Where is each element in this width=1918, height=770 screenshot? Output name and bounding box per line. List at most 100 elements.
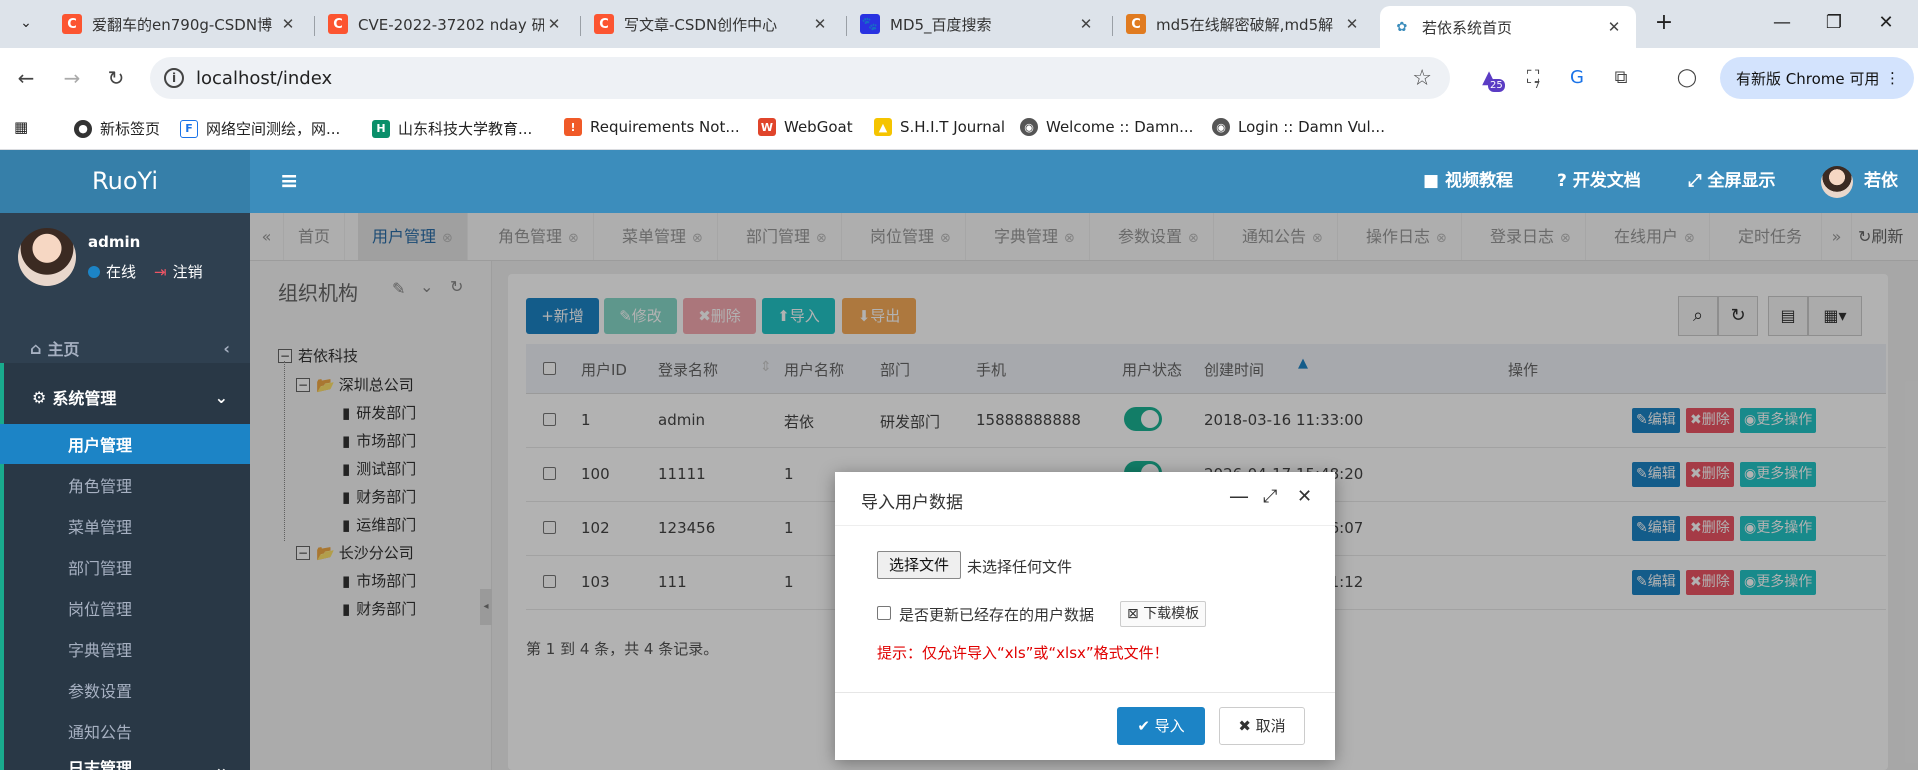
- chrome-update-button[interactable]: 有新版 Chrome 可用 ⋮: [1720, 57, 1914, 99]
- sidebar-item-dict[interactable]: 字典管理: [0, 628, 250, 669]
- gear-icon: ⚙: [32, 387, 47, 407]
- globe-icon: ●: [74, 119, 92, 138]
- extension-icon[interactable]: ▲ 25: [1474, 63, 1505, 93]
- file-name-text: 未选择任何文件: [967, 558, 1073, 576]
- user-panel: admin 在线 ⇥ 注销: [0, 213, 250, 328]
- close-tab-icon[interactable]: ✕: [1604, 18, 1624, 36]
- sidebar-item-dept[interactable]: 部门管理: [0, 546, 250, 587]
- sidebar-item-menu[interactable]: 菜单管理: [0, 505, 250, 546]
- back-arrow-icon[interactable]: ←: [10, 62, 42, 94]
- minimize-icon[interactable]: —: [1229, 484, 1249, 508]
- profile-icon[interactable]: ◯: [1672, 63, 1702, 93]
- check-icon: ✔: [1137, 717, 1150, 735]
- address-bar[interactable]: i localhost/index ☆: [150, 57, 1450, 99]
- bookmark-item[interactable]: ▲ S.H.I.T Journal: [874, 118, 1005, 136]
- bookmark-item[interactable]: H 山东科技大学教育...: [372, 118, 532, 139]
- browser-tab-active[interactable]: ✿ 若依系统首页 ✕: [1380, 6, 1636, 48]
- browser-tab-title: MD5_百度搜索: [890, 15, 992, 34]
- close-icon: ✖: [1238, 717, 1251, 735]
- extension-badge: 25: [1488, 79, 1505, 92]
- browser-tab-title: 若依系统首页: [1422, 18, 1513, 37]
- md5-site-favicon-icon: C: [1126, 14, 1146, 34]
- sidebar-item-notice[interactable]: 通知公告: [0, 710, 250, 751]
- confirm-import-button[interactable]: ✔ 导入: [1117, 707, 1205, 745]
- sidebar-item-post[interactable]: 岗位管理: [0, 587, 250, 628]
- choose-file-button[interactable]: 选择文件: [877, 551, 961, 579]
- hamburger-menu-icon[interactable]: ≡: [280, 150, 298, 213]
- translate-icon[interactable]: G: [1562, 63, 1592, 93]
- restore-icon[interactable]: ❐: [1814, 8, 1854, 38]
- bookmark-star-icon[interactable]: ☆: [1412, 66, 1432, 91]
- sidebar-item-config[interactable]: 参数设置: [0, 669, 250, 710]
- minimize-icon[interactable]: —: [1762, 8, 1802, 38]
- video-tutorial-link[interactable]: ■ 视频教程: [1423, 150, 1513, 213]
- close-tab-icon[interactable]: ✕: [544, 15, 564, 33]
- bookmark-label: Login :: Damn Vul...: [1238, 118, 1385, 136]
- browser-tab[interactable]: C CVE-2022-37202 nday 研 ✕: [316, 6, 576, 42]
- close-tab-icon[interactable]: ✕: [810, 15, 830, 33]
- cancel-button[interactable]: ✖ 取消: [1219, 707, 1305, 745]
- update-existing-label[interactable]: 是否更新已经存在的用户数据: [899, 604, 1094, 625]
- bookmark-label: WebGoat: [784, 118, 853, 136]
- header-label: 全屏显示: [1707, 171, 1776, 191]
- browser-tab[interactable]: C md5在线解密破解,md5解 ✕: [1114, 6, 1374, 42]
- browser-tab[interactable]: C 爱翻车的en790g-CSDN博 ✕: [50, 6, 310, 42]
- csdn-favicon-icon: C: [62, 14, 82, 34]
- more-menu-icon[interactable]: ⋮: [1885, 69, 1900, 87]
- sidebar-item-log[interactable]: 日志管理 ⌄: [0, 752, 250, 770]
- menu-label: 参数设置: [68, 681, 133, 701]
- tab-search-chevron-icon[interactable]: ⌄: [6, 8, 46, 38]
- reload-icon[interactable]: ↻: [100, 62, 132, 94]
- menu-label: 主页: [47, 340, 80, 359]
- close-tab-icon[interactable]: ✕: [1076, 15, 1096, 33]
- close-tab-icon[interactable]: ✕: [1342, 15, 1362, 33]
- bookmark-item[interactable]: ◉ Welcome :: Damn...: [1020, 118, 1193, 136]
- avatar[interactable]: [18, 228, 76, 286]
- fullscreen-link[interactable]: ⤢ 全屏显示: [1688, 150, 1776, 213]
- button-label: 导入: [1154, 717, 1185, 735]
- sidebar-item-user[interactable]: 用户管理: [0, 424, 250, 464]
- extensions-puzzle-icon[interactable]: ⧉: [1606, 63, 1636, 93]
- browser-tab[interactable]: C 写文章-CSDN创作中心 ✕: [582, 6, 842, 42]
- header-avatar[interactable]: [1821, 166, 1853, 198]
- extension-badge: 7: [1534, 80, 1541, 91]
- menu-home[interactable]: ⌂ 主页 ‹: [0, 328, 250, 368]
- logout-link[interactable]: 注销: [173, 261, 203, 282]
- apps-grid-icon[interactable]: ▦: [14, 118, 28, 136]
- bookmark-item[interactable]: ● 新标签页: [74, 118, 160, 139]
- header-label: 视频教程: [1444, 171, 1513, 191]
- dialog-titlebar[interactable]: 导入用户数据 — ⤢ ✕: [835, 472, 1335, 526]
- extension-icon[interactable]: ⛶ 7: [1518, 63, 1548, 93]
- bookmark-item[interactable]: F 网络空间测绘，网...: [180, 118, 340, 139]
- header-user-name[interactable]: 若依: [1864, 150, 1898, 213]
- header-label: 开发文档: [1572, 171, 1641, 191]
- site-info-icon[interactable]: i: [164, 68, 184, 88]
- close-icon[interactable]: ✕: [1297, 486, 1312, 507]
- user-name: admin: [88, 233, 141, 251]
- forward-arrow-icon[interactable]: →: [56, 62, 88, 94]
- close-tab-icon[interactable]: ✕: [278, 15, 298, 33]
- menu-label: 通知公告: [68, 722, 133, 742]
- menu-label: 部门管理: [68, 558, 133, 578]
- window-close-icon[interactable]: ✕: [1866, 8, 1906, 38]
- bookmark-item[interactable]: ! Requirements Not...: [564, 118, 740, 136]
- bookmark-item[interactable]: ◉ Login :: Damn Vul...: [1212, 118, 1385, 136]
- dev-docs-link[interactable]: ? 开发文档: [1557, 150, 1641, 213]
- url-text[interactable]: localhost/index: [196, 68, 1412, 89]
- menu-system[interactable]: ⚙ 系统管理 ⌄: [0, 372, 250, 422]
- csdn-favicon-icon: C: [328, 14, 348, 34]
- csdn-favicon-icon: C: [594, 14, 614, 34]
- sidebar-item-role[interactable]: 角色管理: [0, 464, 250, 505]
- browser-tab[interactable]: 🐾 MD5_百度搜索 ✕: [848, 6, 1108, 42]
- logout-icon[interactable]: ⇥: [154, 263, 167, 281]
- download-template-button[interactable]: ⊠ 下载模板: [1120, 601, 1207, 627]
- browser-tab-title: 爱翻车的en790g-CSDN博: [92, 15, 273, 34]
- bookmark-item[interactable]: W WebGoat: [758, 118, 853, 136]
- button-label: 下载模板: [1143, 606, 1200, 622]
- chevron-down-icon: ⌄: [214, 757, 228, 770]
- new-tab-button[interactable]: +: [1644, 8, 1684, 38]
- app-logo[interactable]: RuoYi: [0, 150, 250, 213]
- menu-label: 日志管理: [68, 759, 133, 770]
- update-existing-checkbox[interactable]: [877, 606, 891, 620]
- maximize-icon[interactable]: ⤢: [1263, 486, 1277, 507]
